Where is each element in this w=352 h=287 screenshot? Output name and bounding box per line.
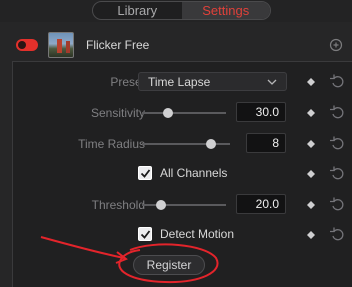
threshold-label: Threshold: [91, 198, 145, 212]
detect-motion-checkbox[interactable]: [138, 227, 152, 241]
time-radius-row: Time Radius 8: [13, 133, 352, 155]
bridge-tower-left: [57, 39, 62, 53]
tab-library[interactable]: Library: [93, 2, 182, 19]
keyframe-diamond-icon[interactable]: [307, 78, 315, 86]
tab-group: Library Settings: [92, 1, 271, 20]
settings-panel: Preset Time Lapse Sensitivity 30.0 Time …: [12, 61, 352, 287]
bridge-tower-right: [66, 41, 70, 53]
reset-icon[interactable]: [329, 104, 347, 122]
keyframe-diamond-icon[interactable]: [307, 140, 315, 148]
threshold-slider[interactable]: [142, 200, 226, 210]
tab-settings[interactable]: Settings: [181, 2, 270, 19]
effect-header: Flicker Free: [0, 30, 352, 60]
threshold-slider-knob[interactable]: [156, 200, 166, 210]
threshold-value-field[interactable]: 20.0: [236, 194, 286, 214]
effect-name: Flicker Free: [86, 38, 150, 52]
sensitivity-slider[interactable]: [142, 108, 226, 118]
reset-icon[interactable]: [329, 196, 347, 214]
keyframe-diamond-icon[interactable]: [307, 170, 315, 178]
chevron-down-icon: [266, 75, 278, 87]
register-button[interactable]: Register: [133, 255, 205, 275]
effect-enable-toggle[interactable]: [16, 39, 38, 51]
time-radius-slider-knob[interactable]: [206, 139, 216, 149]
time-radius-slider[interactable]: [142, 139, 230, 149]
time-radius-value-field[interactable]: 8: [246, 133, 286, 153]
keyframe-diamond-icon[interactable]: [307, 231, 315, 239]
preset-value: Time Lapse: [148, 75, 211, 89]
effect-reset-icon[interactable]: [326, 35, 346, 55]
preset-select[interactable]: Time Lapse: [138, 72, 287, 91]
sensitivity-value-field[interactable]: 30.0: [236, 102, 286, 122]
all-channels-label: All Channels: [160, 166, 228, 180]
tab-bar: Library Settings: [0, 0, 352, 22]
reset-icon[interactable]: [329, 165, 347, 183]
all-channels-row: All Channels: [13, 163, 352, 185]
keyframe-diamond-icon[interactable]: [307, 201, 315, 209]
detect-motion-row: Detect Motion: [13, 224, 352, 246]
reset-icon[interactable]: [329, 73, 347, 91]
reset-icon[interactable]: [329, 135, 347, 153]
preset-row: Preset Time Lapse: [13, 71, 352, 93]
detect-motion-label: Detect Motion: [160, 227, 235, 241]
effect-thumbnail: [48, 32, 74, 58]
time-radius-label: Time Radius: [78, 137, 145, 151]
threshold-row: Threshold 20.0: [13, 194, 352, 216]
sensitivity-label: Sensitivity: [90, 106, 145, 120]
sensitivity-slider-knob[interactable]: [163, 108, 173, 118]
keyframe-diamond-icon[interactable]: [307, 109, 315, 117]
sensitivity-row: Sensitivity 30.0: [13, 102, 352, 124]
all-channels-checkbox[interactable]: [138, 166, 152, 180]
reset-icon[interactable]: [329, 226, 347, 244]
